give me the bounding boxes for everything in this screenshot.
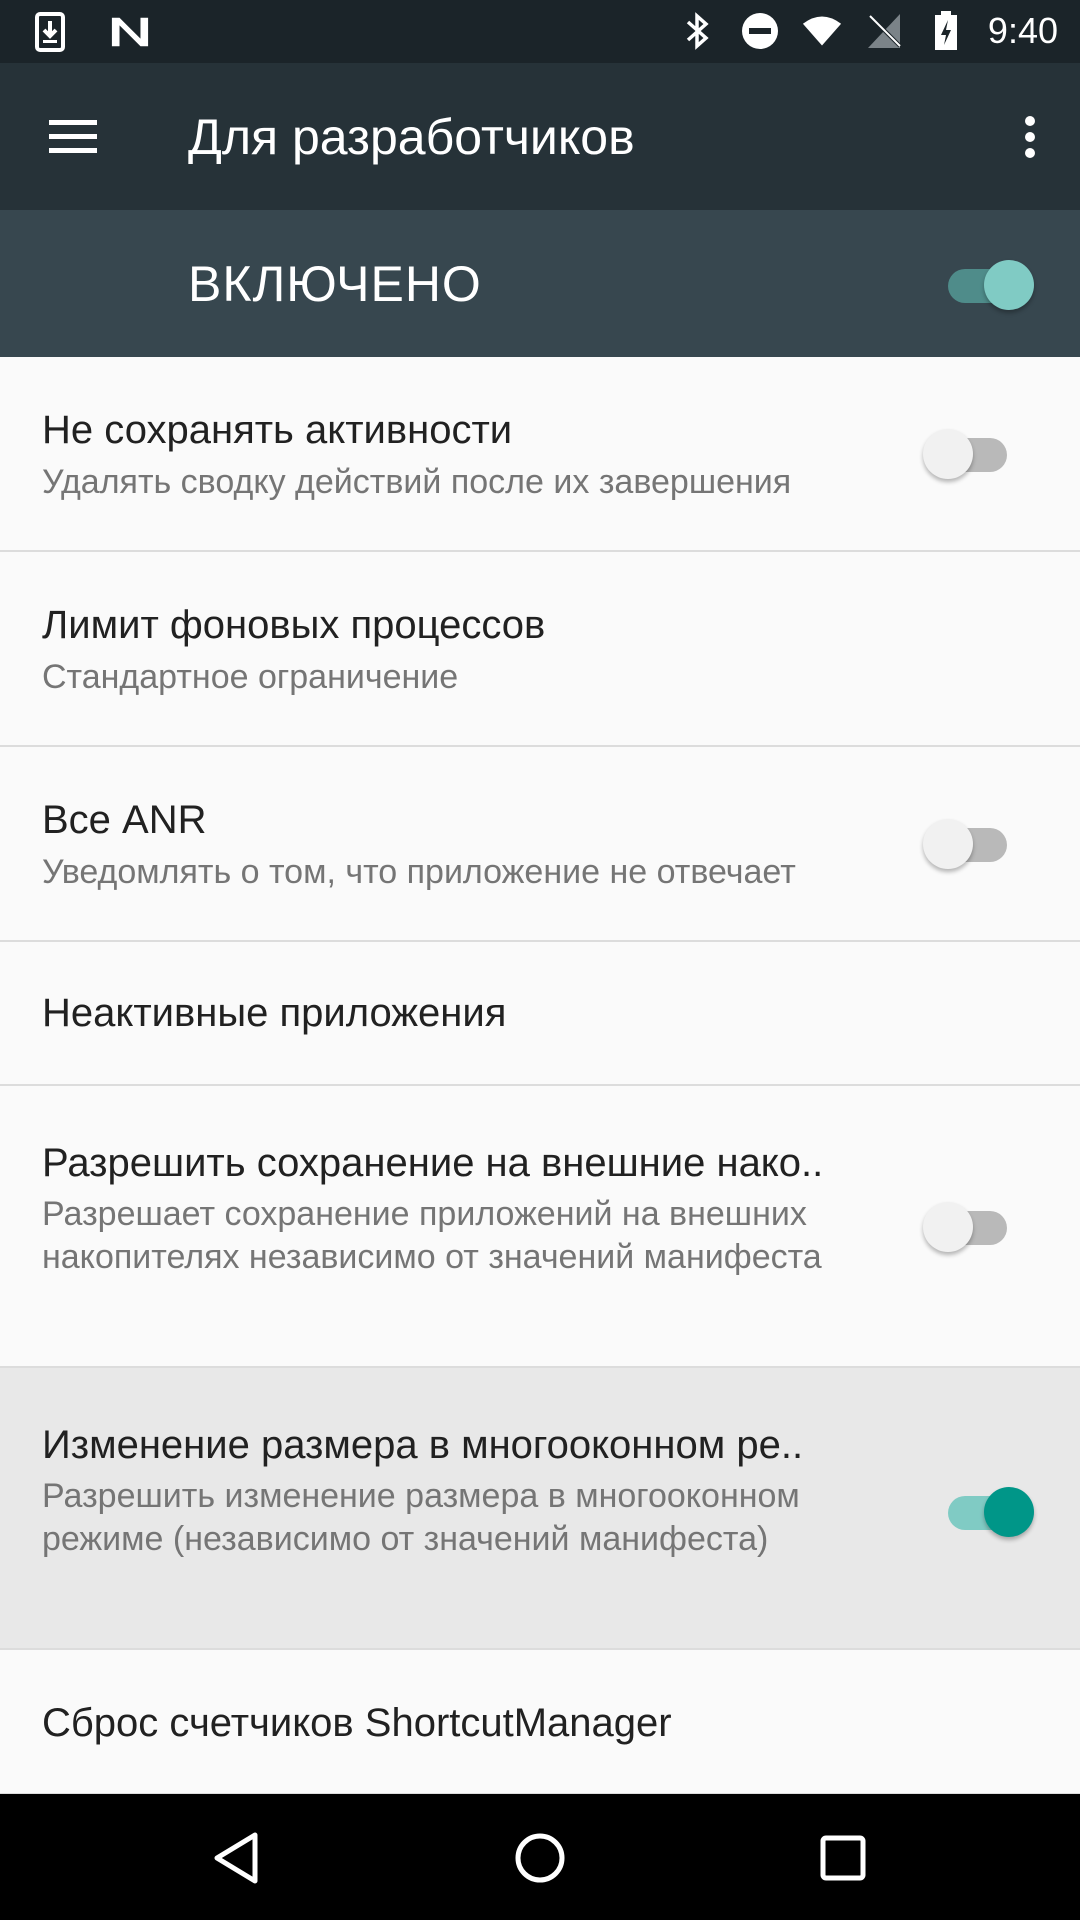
hamburger-menu-icon[interactable] — [32, 105, 114, 169]
setting-title: Лимит фоновых процессов — [42, 603, 546, 647]
navigation-bar — [0, 1794, 1080, 1920]
download-icon — [30, 10, 70, 54]
setting-summary: Удалять сводку действий после их заверше… — [42, 463, 792, 501]
back-icon[interactable] — [186, 1818, 286, 1898]
setting-force-allow-external-storage[interactable]: Разрешить сохранение на внешние нако.. Р… — [0, 1086, 1080, 1368]
setting-dont-keep-activities[interactable]: Не сохранять активности Удалять сводку д… — [0, 357, 1080, 552]
setting-switch[interactable] — [944, 1480, 1034, 1540]
do-not-disturb-icon — [740, 9, 780, 53]
setting-title: Разрешить сохранение на внешние нако.. — [42, 1141, 824, 1185]
setting-reset-shortcutmanager[interactable]: Сброс счетчиков ShortcutManager — [0, 1650, 1080, 1795]
master-switch-label: ВКЛЮЧЕНО — [188, 256, 482, 312]
setting-switch[interactable] — [923, 422, 1013, 482]
recents-icon[interactable] — [793, 1818, 893, 1898]
n-logo-icon — [110, 10, 150, 54]
setting-title: Изменение размера в многооконном ре.. — [42, 1423, 804, 1467]
more-vert-icon[interactable] — [1000, 99, 1060, 175]
battery-charging-icon — [926, 9, 966, 53]
setting-switch[interactable] — [923, 812, 1013, 872]
setting-switch[interactable] — [923, 1195, 1013, 1255]
setting-title: Сброс счетчиков ShortcutManager — [42, 1701, 672, 1745]
settings-list: Не сохранять активности Удалять сводку д… — [0, 357, 1080, 1795]
setting-summary: Разрешить изменение размера в многооконн… — [42, 1477, 800, 1558]
setting-title: Неактивные приложения — [42, 991, 507, 1035]
wifi-icon — [802, 9, 842, 53]
master-switch-bar[interactable]: ВКЛЮЧЕНО — [0, 210, 1080, 357]
master-switch[interactable] — [944, 253, 1034, 313]
setting-background-process-limit[interactable]: Лимит фоновых процессов Стандартное огра… — [0, 552, 1080, 747]
app-bar: Для разработчиков — [0, 63, 1080, 210]
setting-all-anr[interactable]: Все ANR Уведомлять о том, что приложение… — [0, 747, 1080, 942]
no-sim-icon — [864, 9, 904, 53]
setting-force-resizable-activities[interactable]: Изменение размера в многооконном ре.. Ра… — [0, 1368, 1080, 1650]
setting-summary: Разрешает сохранение приложений на внешн… — [42, 1195, 822, 1276]
home-icon[interactable] — [490, 1818, 590, 1898]
status-bar: 9:40 — [0, 0, 1080, 63]
setting-title: Не сохранять активности — [42, 408, 513, 452]
setting-inactive-apps[interactable]: Неактивные приложения — [0, 942, 1080, 1086]
setting-title: Все ANR — [42, 798, 207, 842]
page-title: Для разработчиков — [188, 109, 635, 165]
bluetooth-icon — [678, 9, 718, 53]
setting-summary: Уведомлять о том, что приложение не отве… — [42, 853, 796, 891]
status-time: 9:40 — [987, 10, 1058, 51]
setting-summary: Стандартное ограничение — [42, 658, 459, 696]
